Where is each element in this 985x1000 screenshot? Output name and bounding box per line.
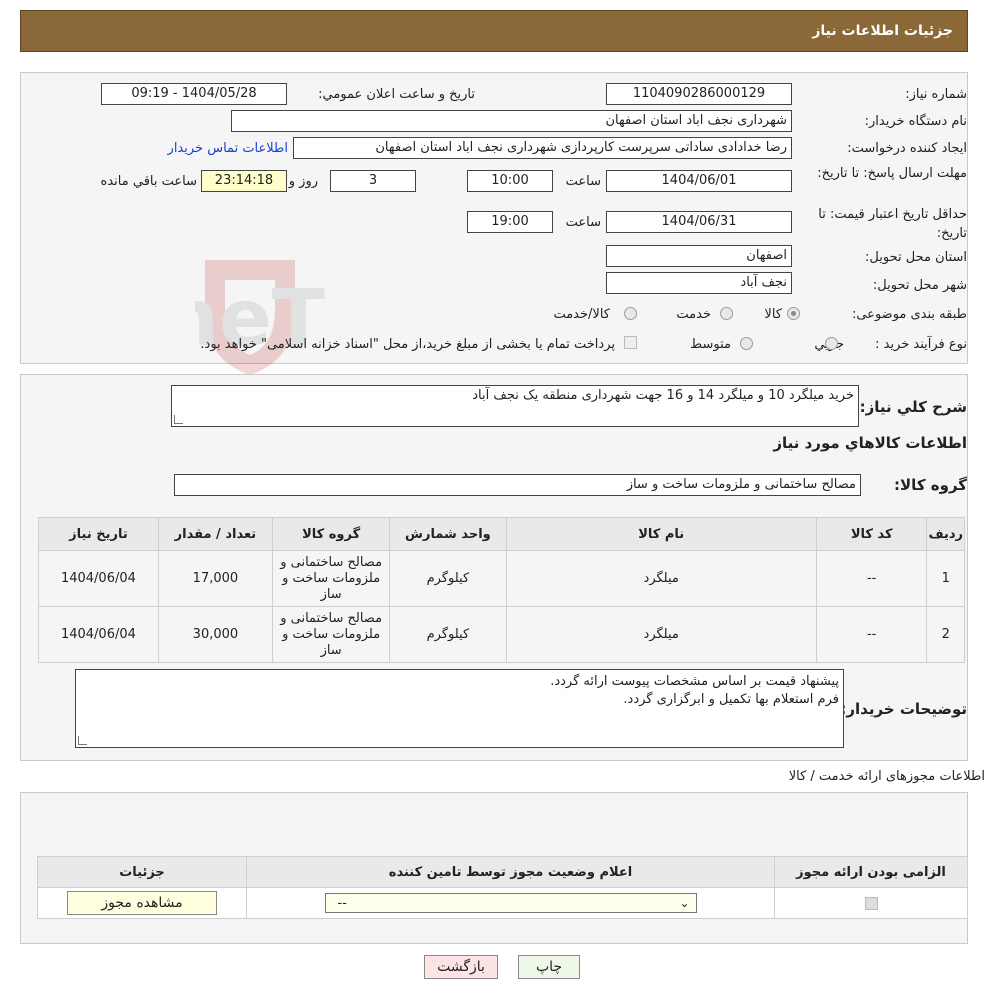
buyer-notes-label: توضيحات خريدار: [840,700,967,718]
goods-info-title: اطلاعات کالاهاي مورد نياز [773,434,967,452]
purchase-option-medium: متوسط [690,337,731,352]
cell-row: 2 [926,606,965,663]
payment-treasury-checkbox[interactable] [624,336,637,349]
items-table: رديف کد کالا نام کالا واحد شمارش گروه کا… [38,517,965,663]
validity-time-label: ساعت [565,215,601,230]
col-unit: واحد شمارش [389,517,507,551]
deadline-label: مهلت ارسال پاسخ: تا تاریخ: [817,166,967,181]
deadline-time: 10:00 [467,170,553,192]
cell-code: -- [815,606,928,663]
category-radio-goods[interactable] [787,307,800,320]
cell-unit: کیلوگرم [389,550,507,607]
need-number-label: شماره نیاز: [905,87,967,102]
print-button[interactable]: چاپ [518,955,580,979]
col-date: تاريخ نياز [38,517,159,551]
remaining-days: 3 [330,170,416,192]
cell-unit: کیلوگرم [389,606,507,663]
announce-value: 1404/05/28 - 09:19 [101,83,287,105]
cell-permit-details: مشاهده مجوز [37,887,247,919]
deadline-date: 1404/06/01 [606,170,792,192]
col-group: گروه کالا [271,517,391,551]
cell-group: مصالح ساختمانی و ملزومات ساخت و ساز [271,606,391,663]
announce-label: تاریخ و ساعت اعلان عمومي: [318,87,475,102]
category-option-goods-service: کالا/خدمت [553,307,610,322]
resize-grip-icon[interactable] [174,415,183,424]
description-textarea[interactable]: خرید میلگرد 10 و میلگرد 14 و 16 جهت شهرد… [171,385,859,427]
table-row: 2 -- میلگرد کیلوگرم مصالح ساختمانی و ملز… [38,606,965,663]
requester-label: ايجاد كننده درخواست: [847,141,967,156]
remaining-label: ساعت باقي مانده [100,174,197,189]
buyer-org-label: نام دستگاه خريدار: [864,114,967,129]
category-label: طبقه بندی موضوعی: [851,307,967,322]
col-permit-details: جزئیات [37,856,247,888]
buyer-contact-link[interactable]: اطلاعات تماس خريدار [168,141,288,156]
permit-status-select-value: -- [337,896,347,911]
requester-value: رضا خدادادی ساداتی سرپرست کارپردازی شهرد… [293,137,792,159]
deadline-time-label: ساعت [565,174,601,189]
purchase-type-label: نوع فرآيند خريد : [875,337,967,352]
cell-code: -- [815,550,928,607]
view-permit-button[interactable]: مشاهده مجوز [67,891,217,915]
col-row: رديف [926,517,965,551]
col-permit-required: الزامی بودن ارائه مجوز [774,856,968,888]
validity-time: 19:00 [467,211,553,233]
resize-grip-icon[interactable] [78,736,87,745]
cell-permit-status: -- ⌄ [246,887,775,919]
permit-status-select[interactable]: -- ⌄ [324,893,697,913]
cell-qty: 30,000 [157,606,274,663]
validity-date: 1404/06/31 [606,211,792,233]
permits-table: الزامی بودن ارائه مجوز اعلام وضعیت مجوز … [37,856,968,919]
table-row: -- ⌄ مشاهده مجوز [37,887,968,919]
category-radio-service[interactable] [720,307,733,320]
cell-group: مصالح ساختمانی و ملزومات ساخت و ساز [271,550,391,607]
category-option-service: خدمت [676,307,711,322]
city-label: شهر محل تحويل: [872,278,967,293]
city-value: نجف آباد [606,272,792,294]
days-label: روز و [288,174,318,189]
goods-group-label: گروه کالا: [894,476,967,494]
cell-date: 1404/06/04 [38,550,159,607]
purchase-radio-minor[interactable] [825,337,838,350]
category-radio-goods-service[interactable] [624,307,637,320]
need-number-value: 1104090286000129 [606,83,792,105]
cell-qty: 17,000 [157,550,274,607]
cell-row: 1 [926,550,965,607]
col-name: نام کالا [505,517,817,551]
cell-permit-required [774,887,968,919]
table-row: 1 -- میلگرد کیلوگرم مصالح ساختمانی و ملز… [38,550,965,607]
page-header: جزئیات اطلاعات نیاز [20,10,968,52]
items-table-header: رديف کد کالا نام کالا واحد شمارش گروه کا… [38,517,965,551]
purchase-radio-medium[interactable] [740,337,753,350]
province-value: اصفهان [606,245,792,267]
buyer-notes-line1: پیشنهاد قیمت بر اساس مشخصات پیوست ارائه … [550,674,839,689]
buyer-notes-line2: فرم استعلام بها تکمیل و ابرگزاری گردد. [623,692,839,707]
permits-section-title: اطلاعات مجوزهای ارائه خدمت / کالا [788,769,985,784]
col-code: کد کالا [815,517,928,551]
goods-group-value: مصالح ساختمانی و ملزومات ساخت و ساز [174,474,861,496]
payment-note: پرداخت تمام يا بخشی از مبلغ خريد،از محل … [200,337,615,352]
page-title: جزئیات اطلاعات نیاز [812,23,953,39]
col-permit-status: اعلام وضعیت مجوز توسط تامین کننده [246,856,775,888]
buyer-org-value: شهرداری نجف اباد استان اصفهان [231,110,792,132]
permit-required-checkbox [864,896,878,910]
validity-label: حداقل تاريخ اعتبار قيمت: تا تاریخ: [818,207,967,241]
category-option-goods: کالا [764,307,782,322]
province-label: استان محل تحويل: [865,250,967,265]
back-button[interactable]: بازگشت [424,955,498,979]
col-qty: تعداد / مقدار [157,517,274,551]
remaining-time: 23:14:18 [201,170,287,192]
description-label: شرح کلي نياز: [859,398,967,416]
cell-date: 1404/06/04 [38,606,159,663]
cell-name: میلگرد [505,550,817,607]
cell-name: میلگرد [505,606,817,663]
chevron-down-icon: ⌄ [679,896,690,910]
buyer-notes-textarea[interactable]: پیشنهاد قیمت بر اساس مشخصات پیوست ارائه … [75,669,844,748]
